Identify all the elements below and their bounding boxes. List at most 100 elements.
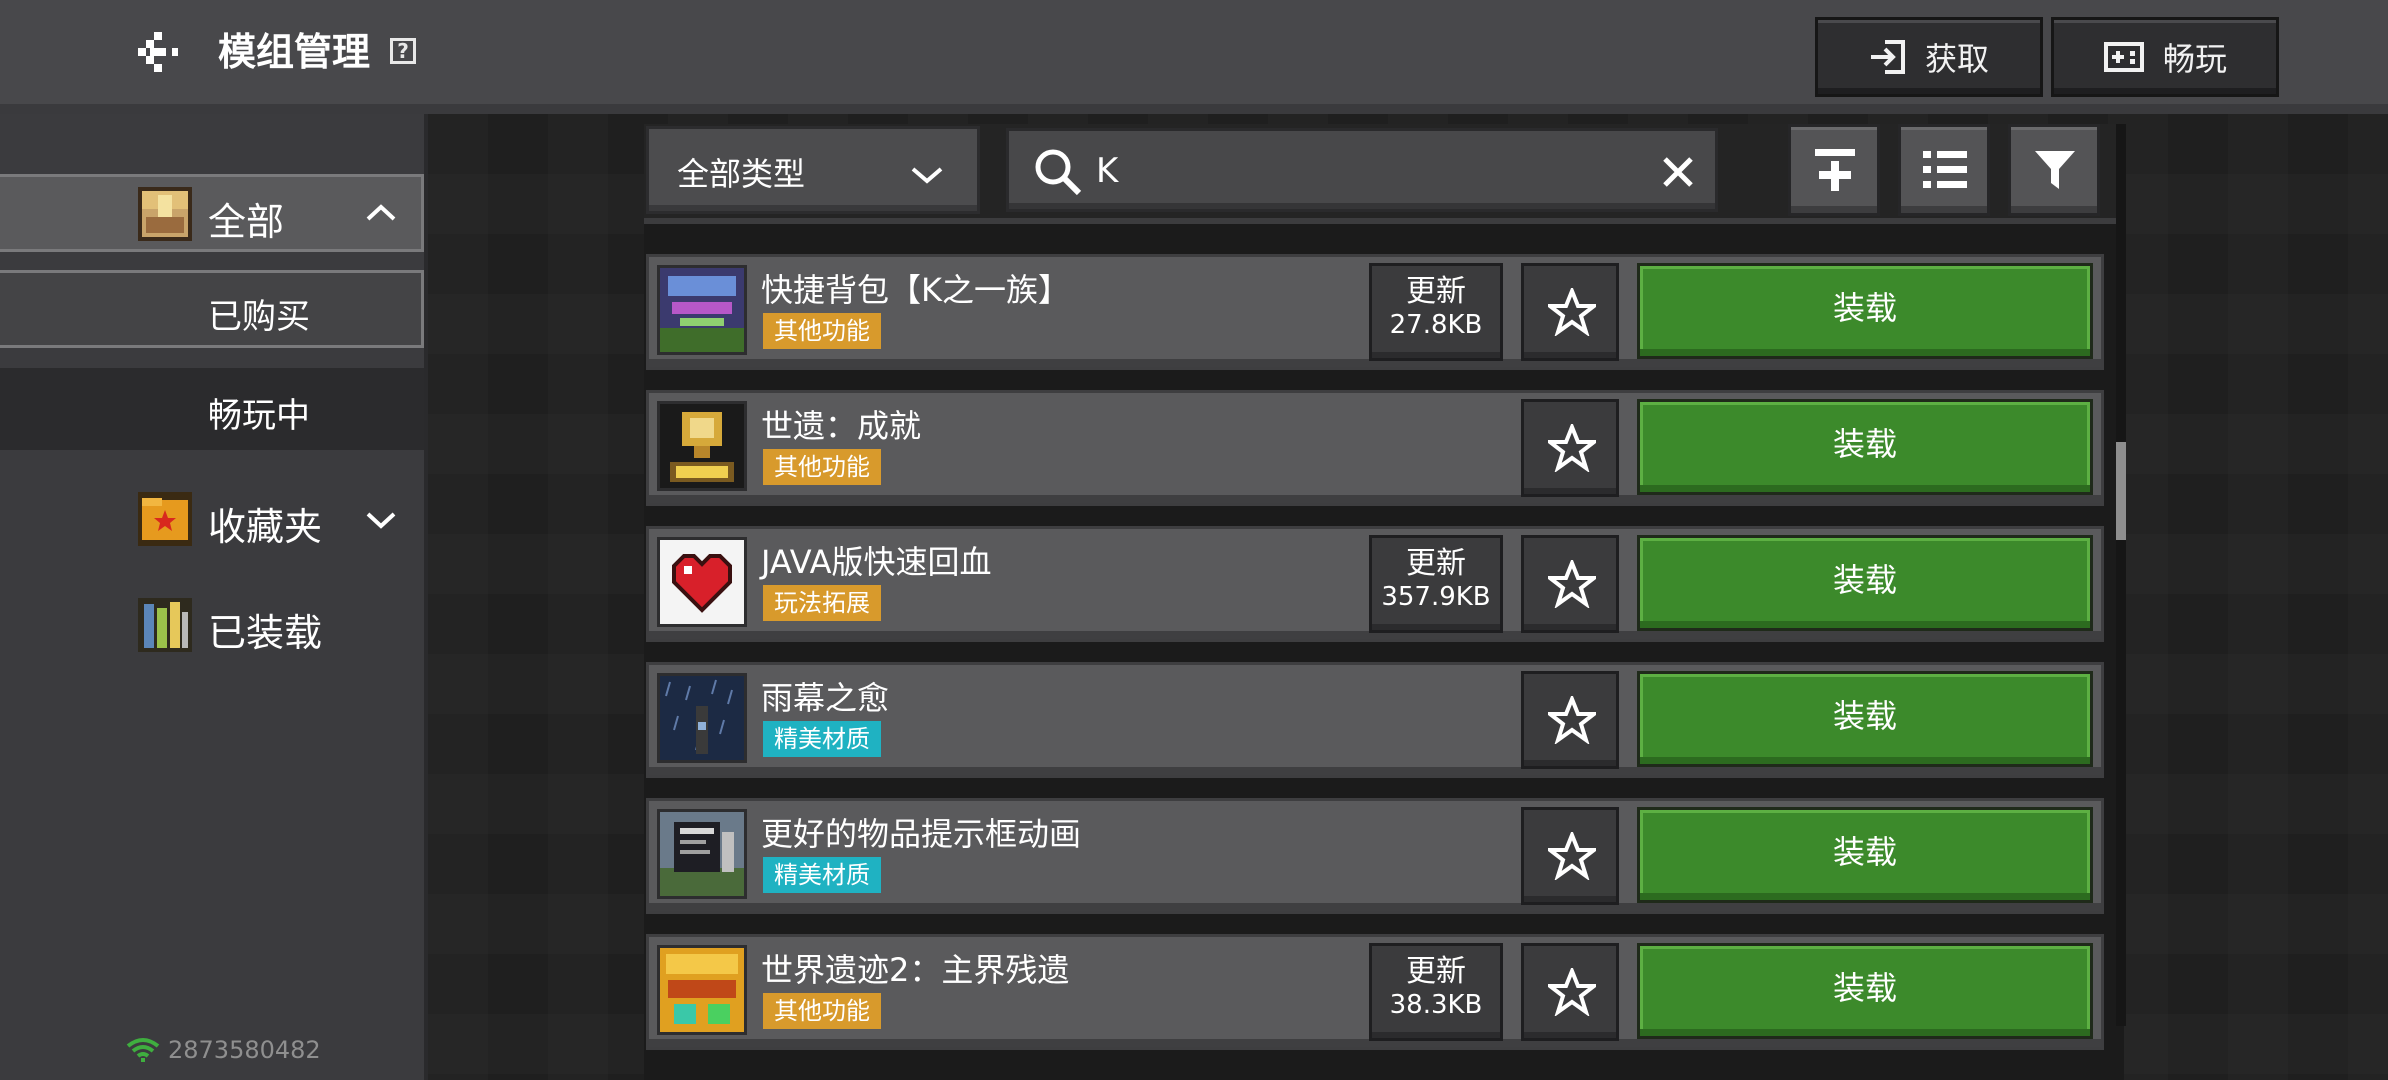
mod-thumbnail	[657, 537, 747, 627]
back-arrow-icon	[138, 32, 178, 72]
load-button[interactable]: 装载	[1637, 671, 2093, 767]
pin-top-icon	[1815, 149, 1855, 191]
mod-category-tag: 玩法拓展	[763, 585, 881, 621]
update-size: 27.8KB	[1389, 310, 1483, 340]
import-icon	[1870, 40, 1905, 74]
mod-thumbnail	[657, 673, 747, 763]
get-button[interactable]: 获取	[1815, 17, 2043, 97]
mod-name: 快捷背包【K之一族】	[761, 271, 1070, 309]
mod-category-tag: 其他功能	[763, 449, 881, 485]
star-icon	[1548, 288, 1596, 336]
search-input[interactable]	[1094, 143, 1638, 199]
scrollbar-track[interactable]	[2116, 124, 2126, 1026]
mod-thumbnail	[657, 401, 747, 491]
favorite-button[interactable]	[1521, 263, 1619, 361]
update-label: 更新	[1406, 274, 1466, 309]
list-view-button[interactable]	[1898, 124, 1990, 216]
update-size: 38.3KB	[1389, 990, 1483, 1020]
favorite-button[interactable]	[1521, 399, 1619, 497]
pin-top-button[interactable]	[1788, 124, 1880, 216]
mod-name: 世遗：成就	[761, 407, 922, 445]
mod-name: 世界遗迹2：主界残遗	[761, 951, 1070, 989]
mod-category-tag: 其他功能	[763, 313, 881, 349]
connection-status: 2873580482	[126, 1036, 321, 1064]
sidebar-item-label: 全部	[208, 200, 285, 244]
load-button[interactable]: 装载	[1637, 535, 2093, 631]
sidebar-item-label: 已购买	[208, 297, 310, 337]
mod-row: 世界遗迹2：主界残遗 其他功能 更新 38.3KB 装载	[646, 934, 2104, 1050]
chevron-down-icon	[366, 512, 396, 529]
help-icon[interactable]: ?	[390, 38, 416, 64]
mod-name: JAVA版快速回血	[761, 543, 992, 581]
load-button[interactable]: 装载	[1637, 943, 2093, 1039]
mod-row: 雨幕之愈 精美材质 装载	[646, 662, 2104, 778]
favorite-button[interactable]	[1521, 943, 1619, 1041]
sidebar-item-purchased[interactable]: 已购买	[0, 270, 424, 348]
rain-thumbnail-icon	[660, 676, 744, 760]
user-id: 2873580482	[168, 1036, 321, 1064]
update-label: 更新	[1406, 954, 1466, 989]
folder-star-icon	[138, 492, 192, 546]
filter-button[interactable]	[2008, 124, 2100, 216]
mod-name: 更好的物品提示框动画	[761, 815, 1082, 853]
mod-category-tag: 精美材质	[763, 857, 881, 893]
relic-thumbnail-icon	[660, 948, 744, 1032]
update-label: 更新	[1406, 546, 1466, 581]
close-icon[interactable]	[1661, 155, 1695, 189]
mod-thumbnail	[657, 809, 747, 899]
star-icon	[1548, 832, 1596, 880]
chevron-down-icon	[911, 167, 943, 184]
heart-thumbnail-icon	[660, 540, 744, 624]
list-icon	[1923, 151, 1967, 188]
get-button-label: 获取	[1924, 40, 1989, 78]
back-button[interactable]	[128, 22, 188, 82]
update-size: 357.9KB	[1381, 582, 1491, 612]
favorite-button[interactable]	[1521, 807, 1619, 905]
sidebar-item-installed[interactable]: 已装载	[0, 580, 424, 670]
mod-row: 快捷背包【K之一族】 其他功能 更新 27.8KB 装载	[646, 254, 2104, 370]
load-button[interactable]: 装载	[1637, 263, 2093, 359]
top-bar: 模组管理 ? 获取 畅玩	[0, 0, 2388, 114]
star-icon	[1548, 560, 1596, 608]
tooltip-thumbnail-icon	[660, 812, 744, 896]
sidebar: 全部 已购买 畅玩中 收藏夹 已装载 2873580482	[0, 114, 428, 1080]
sidebar-item-label: 畅玩中	[208, 396, 310, 436]
mod-category-tag: 精美材质	[763, 721, 881, 757]
books-icon	[138, 598, 192, 652]
star-icon	[1548, 424, 1596, 472]
mod-name: 雨幕之愈	[761, 679, 890, 717]
page-title: 模组管理	[218, 30, 371, 74]
trophy-thumbnail-icon	[660, 404, 744, 488]
chevron-up-icon	[366, 204, 396, 221]
load-button[interactable]: 装载	[1637, 399, 2093, 495]
load-button[interactable]: 装载	[1637, 807, 2093, 903]
update-button[interactable]: 更新 38.3KB	[1369, 943, 1503, 1041]
sidebar-item-all[interactable]: 全部	[0, 174, 424, 252]
search-box	[1006, 128, 1718, 212]
mod-thumbnail	[657, 265, 747, 355]
play-button[interactable]: 畅玩	[2051, 17, 2279, 97]
update-button[interactable]: 更新 27.8KB	[1369, 263, 1503, 361]
mod-row: 更好的物品提示框动画 精美材质 装载	[646, 798, 2104, 914]
favorite-button[interactable]	[1521, 535, 1619, 633]
sidebar-item-label: 已装载	[208, 611, 323, 655]
mod-thumbnail	[657, 945, 747, 1035]
mod-category-tag: 其他功能	[763, 993, 881, 1029]
sidebar-item-playing[interactable]: 畅玩中	[0, 368, 424, 450]
sidebar-item-favorites[interactable]: 收藏夹	[0, 474, 424, 564]
update-button[interactable]: 更新 357.9KB	[1369, 535, 1503, 633]
backpack-thumbnail-icon	[660, 268, 744, 352]
star-icon	[1548, 696, 1596, 744]
search-icon	[1035, 149, 1082, 196]
play-button-label: 畅玩	[2162, 40, 2227, 78]
scrollbar-thumb[interactable]	[2116, 442, 2126, 540]
type-filter-dropdown[interactable]: 全部类型	[646, 126, 980, 214]
star-icon	[1548, 968, 1596, 1016]
type-filter-value: 全部类型	[677, 155, 806, 193]
filter-icon	[2035, 151, 2075, 189]
favorite-button[interactable]	[1521, 671, 1619, 769]
chest-icon	[138, 187, 192, 241]
sidebar-item-label: 收藏夹	[208, 505, 323, 549]
gamepad-icon	[2103, 42, 2144, 72]
wifi-icon	[126, 1038, 160, 1062]
